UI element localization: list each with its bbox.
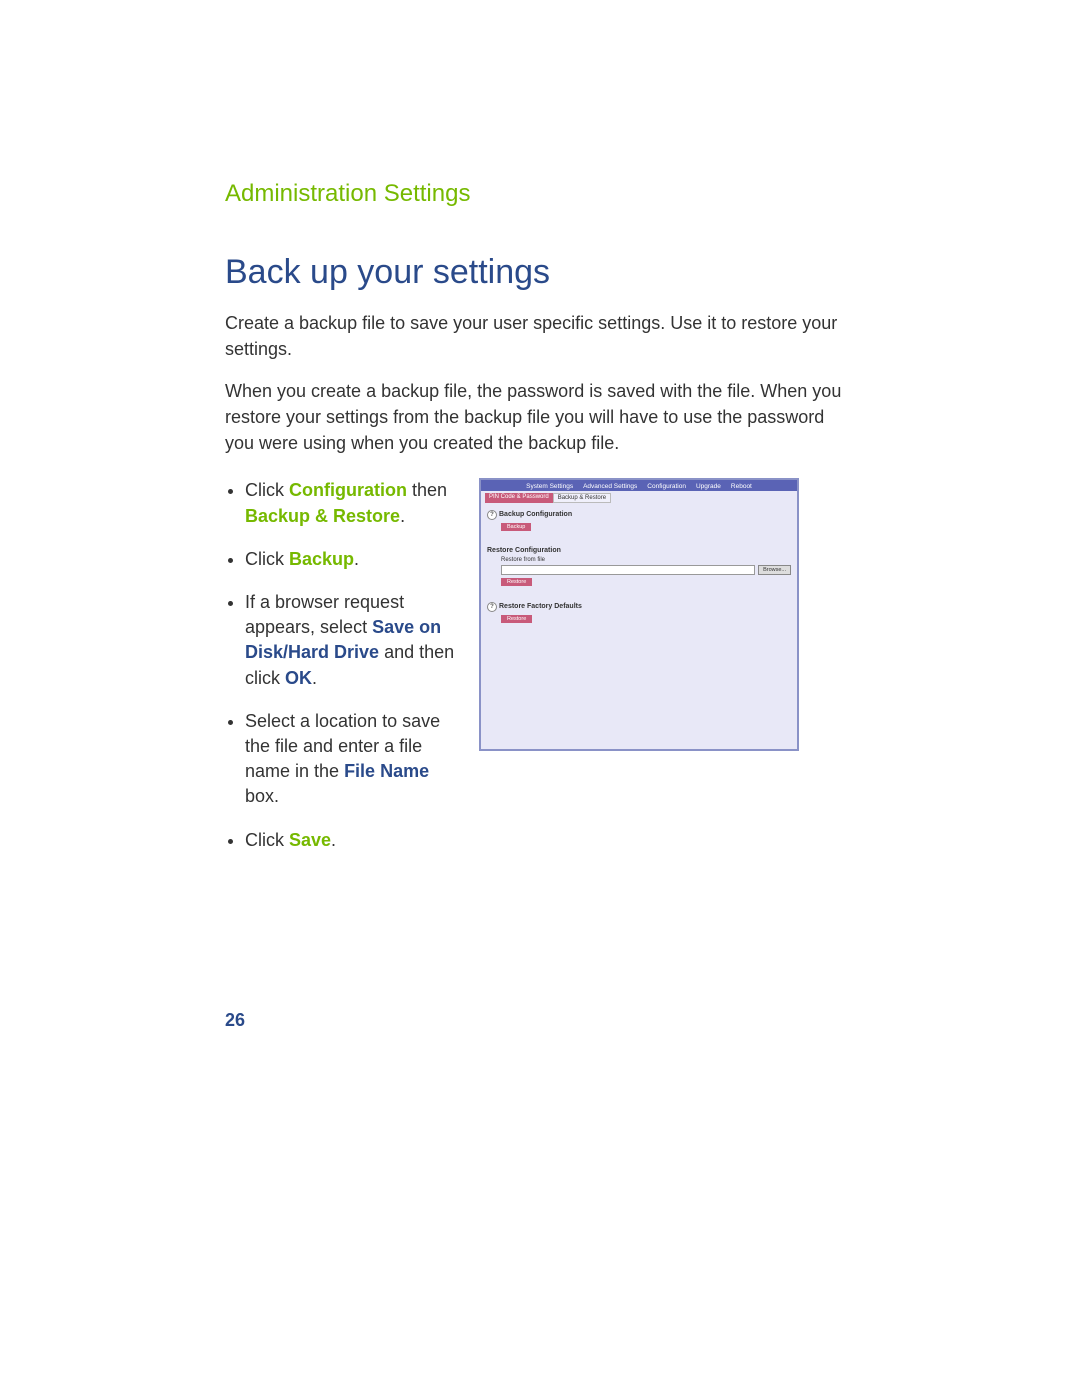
step-4: Select a location to save the file and e… bbox=[245, 709, 455, 810]
shot-tab-advanced: Advanced Settings bbox=[583, 483, 637, 490]
label-ok: OK bbox=[285, 668, 312, 688]
shot-tab-system: System Settings bbox=[526, 483, 573, 490]
shot-restore-button: Restore bbox=[501, 578, 532, 586]
shot-tab-reboot: Reboot bbox=[731, 483, 752, 490]
label-backup: Backup bbox=[289, 549, 354, 569]
step-5: Click Save. bbox=[245, 828, 455, 853]
link-configuration: Configuration bbox=[289, 480, 407, 500]
help-icon: ? bbox=[487, 510, 497, 520]
shot-tab-configuration: Configuration bbox=[647, 483, 686, 490]
shot-file-row: Browse... bbox=[501, 565, 791, 575]
shot-heading-factory: ?Restore Factory Defaults bbox=[487, 602, 791, 612]
shot-browse-button: Browse... bbox=[758, 565, 791, 575]
intro-paragraph-1: Create a backup file to save your user s… bbox=[225, 310, 845, 362]
shot-heading-backup: ?Backup Configuration bbox=[487, 510, 791, 520]
shot-main-tabs: System Settings Advanced Settings Config… bbox=[481, 480, 797, 491]
shot-file-input bbox=[501, 565, 755, 575]
shot-factory-restore-button: Restore bbox=[501, 615, 532, 623]
label-save: Save bbox=[289, 830, 331, 850]
intro-paragraph-2: When you create a backup file, the passw… bbox=[225, 378, 845, 456]
label-file-name: File Name bbox=[344, 761, 429, 781]
help-icon: ? bbox=[487, 602, 497, 612]
link-backup-restore: Backup & Restore bbox=[245, 506, 400, 526]
shot-restore-label: Restore from file bbox=[501, 557, 791, 563]
shot-backup-button: Backup bbox=[501, 523, 531, 531]
step-2: Click Backup. bbox=[245, 547, 455, 572]
step-1: Click Configuration then Backup & Restor… bbox=[245, 478, 455, 528]
steps-list: Click Configuration then Backup & Restor… bbox=[225, 478, 455, 870]
shot-subtab-backup: Backup & Restore bbox=[553, 493, 611, 503]
page-title: Back up your settings bbox=[225, 253, 960, 292]
content-row: Click Configuration then Backup & Restor… bbox=[225, 478, 960, 870]
section-breadcrumb: Administration Settings bbox=[225, 180, 960, 208]
shot-sub-tabs: PIN Code & Password Backup & Restore bbox=[481, 493, 797, 503]
embedded-screenshot: System Settings Advanced Settings Config… bbox=[479, 478, 799, 751]
page-number: 26 bbox=[225, 1010, 245, 1031]
shot-heading-restore: Restore Configuration bbox=[487, 547, 791, 554]
shot-tab-upgrade: Upgrade bbox=[696, 483, 721, 490]
shot-subtab-pin: PIN Code & Password bbox=[485, 493, 553, 503]
step-3: If a browser request appears, select Sav… bbox=[245, 590, 455, 691]
